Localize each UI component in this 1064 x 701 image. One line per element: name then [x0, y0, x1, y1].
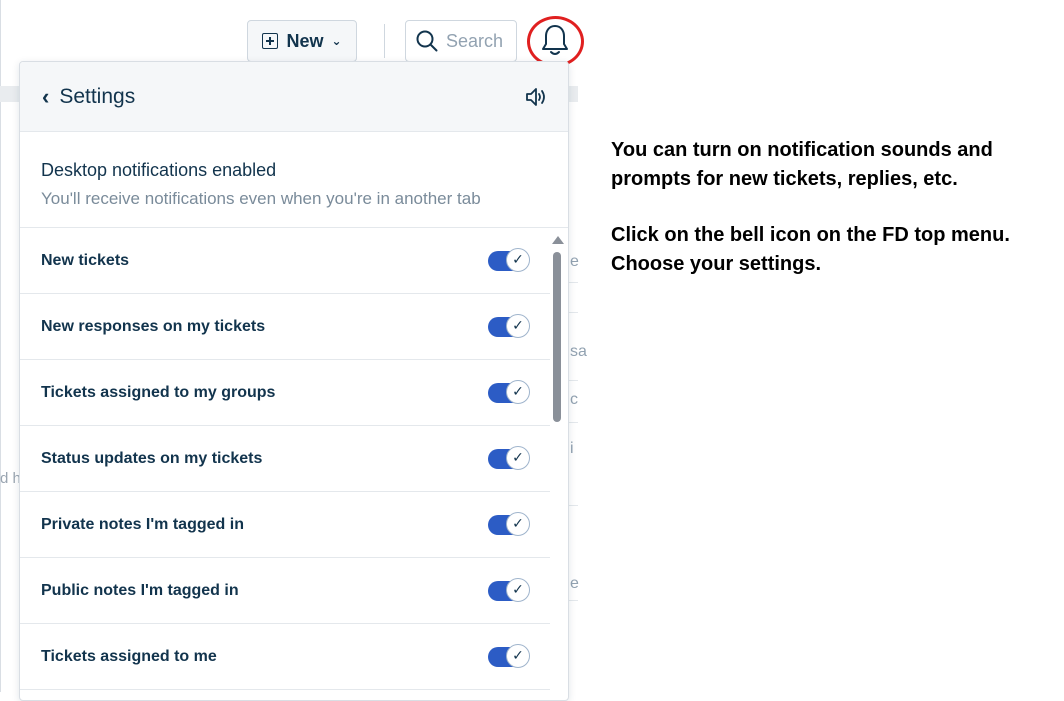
background-divider [568, 282, 578, 283]
check-icon: ✓ [506, 511, 530, 536]
plus-square-icon [262, 33, 279, 49]
search-icon [416, 30, 438, 52]
background-text-fragment: sa [570, 343, 587, 360]
background-strip [0, 86, 20, 102]
background-text-fragment: e [570, 253, 579, 270]
check-icon: ✓ [506, 247, 530, 272]
scrollbar-thumb[interactable] [553, 252, 561, 422]
background-text-fragment: e [570, 575, 579, 592]
left-edge-text: d h [0, 470, 21, 487]
check-icon: ✓ [506, 379, 530, 404]
notification-toggle[interactable]: ✓ [488, 643, 530, 668]
left-edge-line [0, 0, 1, 692]
check-icon: ✓ [506, 577, 530, 602]
list-item: Tickets assigned to me ✓ [20, 624, 550, 690]
background-divider [568, 422, 578, 423]
search-input[interactable]: Search [405, 20, 517, 62]
bell-icon [542, 25, 568, 55]
desktop-notifications-subtitle: You'll receive notifications even when y… [41, 189, 481, 208]
background-divider [568, 380, 578, 381]
back-chevron-icon[interactable]: ‹ [42, 84, 49, 110]
list-item: New tickets ✓ [20, 228, 550, 294]
check-icon: ✓ [506, 313, 530, 338]
background-text-fragment: i [570, 440, 574, 457]
search-placeholder: Search [446, 30, 504, 51]
toggle-label: Status updates on my tickets [41, 449, 263, 467]
instruction-paragraph: You can turn on notification sounds and … [611, 139, 993, 190]
desktop-notifications-status: Desktop notifications enabled You'll rec… [20, 132, 568, 228]
notification-toggle[interactable]: ✓ [488, 445, 530, 470]
new-button-label: New [286, 30, 324, 51]
notification-toggle[interactable]: ✓ [488, 577, 530, 602]
check-icon: ✓ [506, 445, 530, 470]
list-item: Private notes I'm tagged in ✓ [20, 492, 550, 558]
background-divider [568, 505, 578, 506]
scrollbar[interactable] [551, 236, 564, 700]
toggle-label: Public notes I'm tagged in [41, 581, 239, 599]
instruction-paragraph: Click on the bell icon on the FD top men… [611, 224, 1010, 275]
toggle-label: New responses on my tickets [41, 317, 266, 335]
notification-toggle[interactable]: ✓ [488, 379, 530, 404]
speaker-icon[interactable] [524, 86, 548, 108]
background-text-fragment: c [570, 391, 578, 408]
notifications-bell-button[interactable] [527, 16, 584, 67]
notification-toggle[interactable]: ✓ [488, 313, 530, 338]
toolbar-divider [384, 24, 385, 58]
notification-toggle-list: New tickets ✓ New responses on my ticket… [20, 228, 568, 690]
new-button[interactable]: New ⌄ [247, 20, 357, 62]
background-divider [568, 312, 578, 313]
instructions: You can turn on notification sounds and … [611, 136, 1051, 306]
notification-toggle[interactable]: ✓ [488, 247, 530, 272]
panel-title: Settings [59, 84, 136, 108]
toggle-label: Tickets assigned to me [41, 647, 217, 665]
check-icon: ✓ [506, 643, 530, 668]
toggle-label: Private notes I'm tagged in [41, 515, 244, 533]
list-item: Tickets assigned to my groups ✓ [20, 360, 550, 426]
background-strip [568, 86, 578, 102]
background-divider [568, 600, 578, 601]
list-item: Status updates on my tickets ✓ [20, 426, 550, 492]
scroll-up-arrow-icon[interactable] [552, 236, 564, 244]
notification-settings-panel: ‹ Settings Desktop notifications enabled… [19, 61, 569, 701]
toggle-label: Tickets assigned to my groups [41, 383, 276, 401]
chevron-down-icon: ⌄ [331, 34, 342, 48]
list-item: New responses on my tickets ✓ [20, 294, 550, 360]
list-item: Public notes I'm tagged in ✓ [20, 558, 550, 624]
toggle-label: New tickets [41, 251, 130, 269]
desktop-notifications-title: Desktop notifications enabled [41, 160, 277, 180]
notification-toggle[interactable]: ✓ [488, 511, 530, 536]
panel-header: ‹ Settings [20, 62, 568, 132]
